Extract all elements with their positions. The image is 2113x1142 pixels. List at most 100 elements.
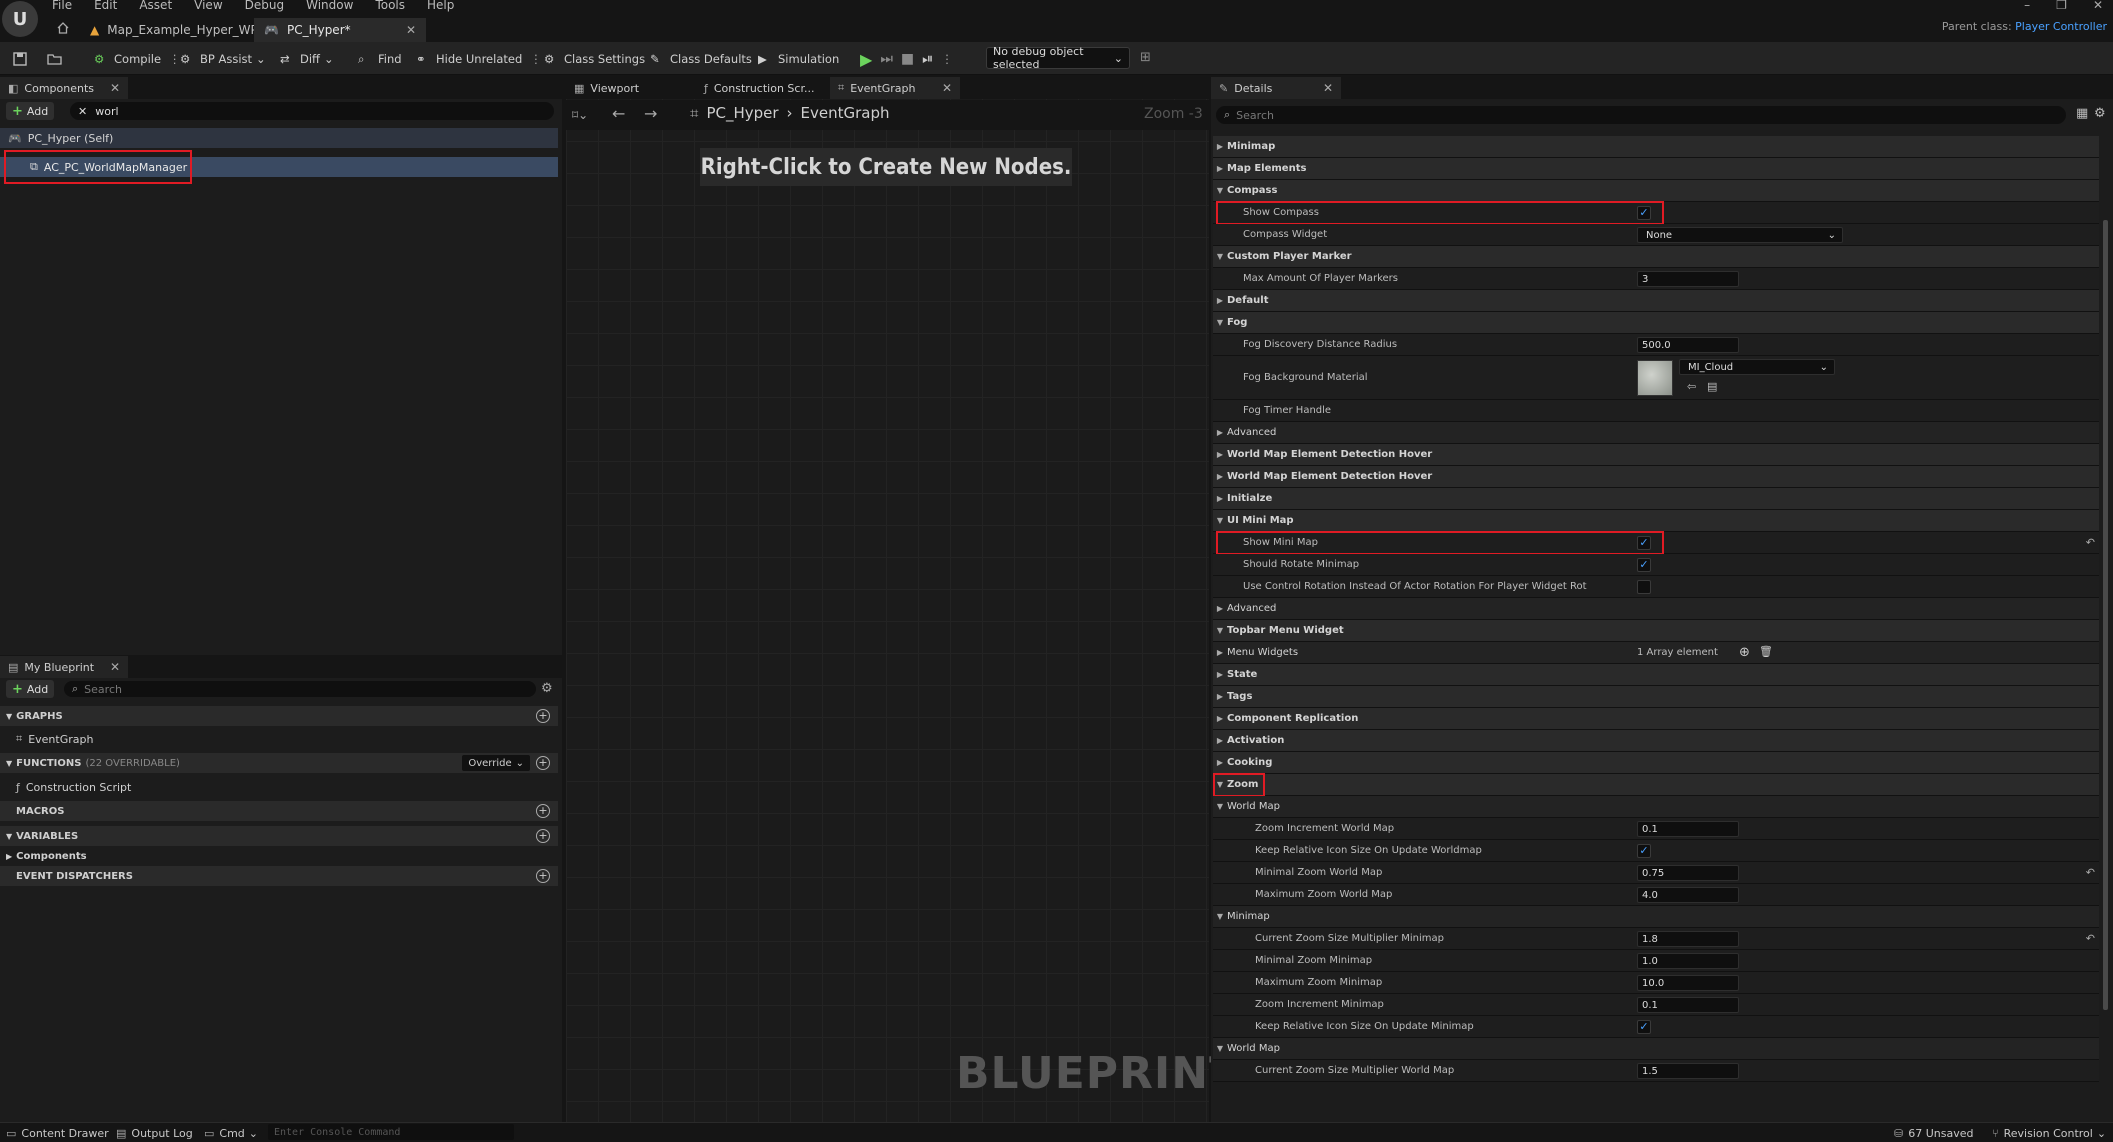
close-window-icon[interactable]: ✕ xyxy=(2093,0,2103,12)
tab-pc-hyper[interactable]: 🎮 PC_Hyper* ✕ xyxy=(254,18,426,42)
details-row[interactable]: Zoom Increment World Map 0.1 xyxy=(1213,818,2099,840)
close-tab-icon[interactable]: ✕ xyxy=(1323,81,1333,95)
details-row[interactable]: ▶ World Map Element Detection Hover xyxy=(1213,466,2099,488)
menu-edit[interactable]: Edit xyxy=(94,0,117,12)
details-row[interactable]: Fog Discovery Distance Radius 500.0 xyxy=(1213,334,2099,356)
details-row[interactable]: Maximum Zoom World Map 4.0 xyxy=(1213,884,2099,906)
details-row[interactable]: ▶ Default xyxy=(1213,290,2099,312)
compile-button[interactable]: ⚙ Compile ⋮ xyxy=(94,49,181,69)
triangle-right-icon[interactable]: ▶ xyxy=(1213,296,1227,305)
debug-filter-icon[interactable]: ⊞ xyxy=(1140,50,1151,65)
menu-asset[interactable]: Asset xyxy=(139,0,172,12)
details-row[interactable]: ▼ UI Mini Map xyxy=(1213,510,2099,532)
details-search-input[interactable]: ⌕ Search xyxy=(1216,106,2066,124)
details-row[interactable]: ▼ Custom Player Marker xyxy=(1213,246,2099,268)
details-scrollbar[interactable] xyxy=(2103,220,2108,1010)
close-tab-icon[interactable]: ✕ xyxy=(406,23,416,37)
tab-details[interactable]: ✎ Details ✕ xyxy=(1211,77,1341,99)
checkbox[interactable] xyxy=(1637,580,1651,594)
details-row[interactable]: Keep Relative Icon Size On Update Worldm… xyxy=(1213,840,2099,862)
triangle-down-icon[interactable]: ▼ xyxy=(1213,516,1227,525)
bookmark-icon[interactable]: ⌑⌄ xyxy=(572,108,588,122)
material-thumbnail[interactable] xyxy=(1637,360,1673,396)
details-row[interactable]: ▶ Cooking xyxy=(1213,752,2099,774)
tab-eventgraph[interactable]: ⌗ EventGraph ✕ xyxy=(830,77,960,99)
reset-to-default-icon[interactable]: ↶ xyxy=(2086,932,2095,945)
details-row[interactable]: ▶ Initialze xyxy=(1213,488,2099,510)
diff-button[interactable]: ⇄ Diff ⌄ xyxy=(280,49,334,69)
checkbox[interactable]: ✓ xyxy=(1637,1020,1651,1034)
class-settings-button[interactable]: ⚙ Class Settings xyxy=(544,49,645,69)
unsaved-button[interactable]: ⛁ 67 Unsaved xyxy=(1894,1125,1973,1141)
breadcrumb-root[interactable]: PC_Hyper xyxy=(706,104,778,122)
add-component-button[interactable]: + Add xyxy=(6,102,55,120)
simulation-button[interactable]: ▶ Simulation xyxy=(758,49,839,69)
back-arrow-icon[interactable]: ← xyxy=(612,104,625,123)
home-icon[interactable] xyxy=(56,21,70,35)
browse-asset-icon[interactable]: ▤ xyxy=(1707,380,1717,393)
details-row[interactable]: Max Amount Of Player Markers 3 xyxy=(1213,268,2099,290)
triangle-right-icon[interactable]: ▶ xyxy=(1213,164,1227,173)
material-select[interactable]: MI_Cloud ⌄ xyxy=(1679,359,1835,375)
triangle-right-icon[interactable]: ▶ xyxy=(1213,472,1227,481)
use-selected-icon[interactable]: ⇦ xyxy=(1687,380,1696,393)
details-row[interactable]: Current Zoom Size Multiplier Minimap 1.8 ↶ xyxy=(1213,928,2099,950)
event-graph-canvas[interactable] xyxy=(566,77,1209,1126)
details-row[interactable]: ▶ World Map Element Detection Hover xyxy=(1213,444,2099,466)
close-tab-icon[interactable]: ✕ xyxy=(110,660,120,674)
menu-help[interactable]: Help xyxy=(427,0,454,12)
revision-control-button[interactable]: ⑂ Revision Control ⌄ xyxy=(1992,1125,2106,1141)
reset-to-default-icon[interactable]: ↶ xyxy=(2086,866,2095,879)
add-variable-icon[interactable]: + xyxy=(536,829,550,843)
triangle-right-icon[interactable]: ▶ xyxy=(1213,670,1227,679)
function-item-construction-script[interactable]: ƒ Construction Script xyxy=(0,777,558,797)
category-variables[interactable]: ▼ VARIABLES + xyxy=(0,826,558,846)
find-button[interactable]: ⌕ Find xyxy=(358,49,402,69)
breadcrumb-leaf[interactable]: EventGraph xyxy=(801,104,890,122)
triangle-right-icon[interactable]: ▶ xyxy=(1213,692,1227,701)
triangle-down-icon[interactable]: ▼ xyxy=(1213,912,1227,921)
details-row[interactable]: ▼ World Map xyxy=(1213,796,2099,818)
output-log-button[interactable]: ▤ Output Log xyxy=(116,1125,193,1141)
restore-icon[interactable]: ❐ xyxy=(2056,0,2067,12)
details-row[interactable]: Zoom Increment Minimap 0.1 xyxy=(1213,994,2099,1016)
add-graph-icon[interactable]: + xyxy=(536,709,550,723)
number-input[interactable]: 4.0 xyxy=(1637,887,1739,903)
menu-tools[interactable]: Tools xyxy=(375,0,405,12)
category-macros[interactable]: MACROS + xyxy=(0,801,558,821)
number-input[interactable]: 500.0 xyxy=(1637,337,1739,353)
details-row[interactable]: Fog Timer Handle xyxy=(1213,400,2099,422)
component-row-self[interactable]: 🎮 PC_Hyper (Self) xyxy=(0,128,558,148)
override-dropdown[interactable]: Override ⌄ xyxy=(462,755,530,771)
triangle-right-icon[interactable]: ▶ xyxy=(1213,736,1227,745)
components-search-input[interactable]: ✕ worl xyxy=(70,102,554,120)
details-row[interactable]: Minimal Zoom Minimap 1.0 xyxy=(1213,950,2099,972)
settings-gear-icon[interactable]: ⚙ xyxy=(2094,106,2106,121)
checkbox[interactable]: ✓ xyxy=(1637,558,1651,572)
details-row[interactable]: ▼ Topbar Menu Widget xyxy=(1213,620,2099,642)
details-row[interactable]: ▼ Fog xyxy=(1213,312,2099,334)
close-tab-icon[interactable]: ✕ xyxy=(110,81,120,95)
details-row[interactable]: ▶ Activation xyxy=(1213,730,2099,752)
number-input[interactable]: 1.8 xyxy=(1637,931,1739,947)
cmd-dropdown[interactable]: ▭ Cmd ⌄ xyxy=(204,1125,258,1141)
triangle-down-icon[interactable]: ▼ xyxy=(1213,186,1227,195)
details-row[interactable]: ▶ Advanced xyxy=(1213,422,2099,444)
tab-my-blueprint[interactable]: ▤ My Blueprint ✕ xyxy=(0,656,128,678)
details-row[interactable]: Maximum Zoom Minimap 10.0 xyxy=(1213,972,2099,994)
add-macro-icon[interactable]: + xyxy=(536,804,550,818)
forward-arrow-icon[interactable]: → xyxy=(644,104,657,123)
menu-debug[interactable]: Debug xyxy=(245,0,284,12)
tab-components[interactable]: ◧ Components ✕ xyxy=(0,77,128,99)
kebab-menu-icon[interactable]: ⋮ xyxy=(169,52,181,66)
number-input[interactable]: 1.0 xyxy=(1637,953,1739,969)
triangle-right-icon[interactable]: ▶ xyxy=(1213,758,1227,767)
unreal-logo-icon[interactable]: U xyxy=(2,1,38,37)
details-row[interactable]: ▼ Zoom xyxy=(1213,774,2099,796)
trash-icon[interactable]: 🗑 xyxy=(1759,645,1773,658)
bp-assist-button[interactable]: ⚙ BP Assist ⌄ xyxy=(180,49,266,69)
details-row[interactable]: ▶ State xyxy=(1213,664,2099,686)
details-row[interactable]: ▼ Minimap xyxy=(1213,906,2099,928)
tab-viewport[interactable]: ▦ Viewport xyxy=(566,77,678,99)
number-input[interactable]: 3 xyxy=(1637,271,1739,287)
